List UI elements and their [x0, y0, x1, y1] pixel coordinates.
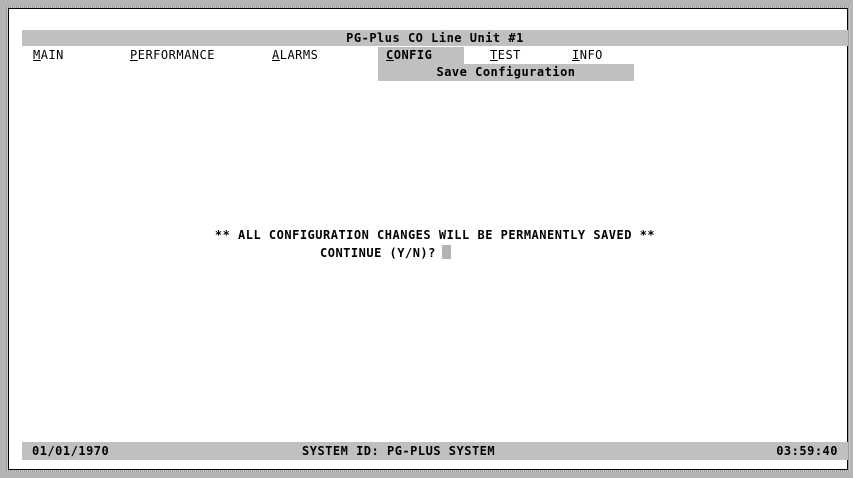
prompt-text: CONTINUE (Y/N)? — [320, 246, 436, 260]
menu-alarms-hotkey: A — [272, 48, 280, 62]
input-cursor[interactable] — [441, 245, 451, 259]
menu-info[interactable]: INFO — [572, 47, 603, 64]
status-system-id: SYSTEM ID: PG-PLUS SYSTEM — [302, 444, 496, 458]
menu-main-label: AIN — [40, 48, 64, 62]
menu-config-label: ONFIG — [393, 48, 433, 62]
menu-performance[interactable]: PERFORMANCE — [130, 47, 215, 64]
menu-config[interactable]: CONFIG — [378, 47, 464, 64]
menu-test[interactable]: TEST — [490, 47, 521, 64]
window-title: PG-Plus CO Line Unit #1 — [346, 31, 524, 45]
menu-performance-hotkey: P — [130, 48, 138, 62]
title-bar: PG-Plus CO Line Unit #1 — [22, 30, 848, 46]
submenu-item-label: Save Configuration — [436, 65, 576, 79]
submenu-save-configuration[interactable]: Save Configuration — [378, 64, 634, 81]
continue-prompt: CONTINUE (Y/N)? — [320, 245, 451, 260]
status-time: 03:59:40 — [776, 444, 838, 458]
status-date: 01/01/1970 — [32, 444, 110, 458]
menu-info-label: NFO — [579, 48, 603, 62]
menu-alarms[interactable]: ALARMS — [272, 47, 318, 64]
menu-alarms-label: LARMS — [279, 48, 319, 62]
menu-performance-label: ERFORMANCE — [137, 48, 215, 62]
status-bar: 01/01/1970 SYSTEM ID: PG-PLUS SYSTEM 03:… — [22, 442, 848, 460]
menu-main[interactable]: MAIN — [33, 47, 64, 64]
menu-test-hotkey: T — [490, 48, 498, 62]
menu-config-hotkey: C — [386, 48, 394, 62]
menu-main-hotkey: M — [33, 48, 41, 62]
menu-test-label: EST — [497, 48, 521, 62]
warning-message: ** ALL CONFIGURATION CHANGES WILL BE PER… — [214, 228, 656, 242]
menu-info-hotkey: I — [572, 48, 580, 62]
